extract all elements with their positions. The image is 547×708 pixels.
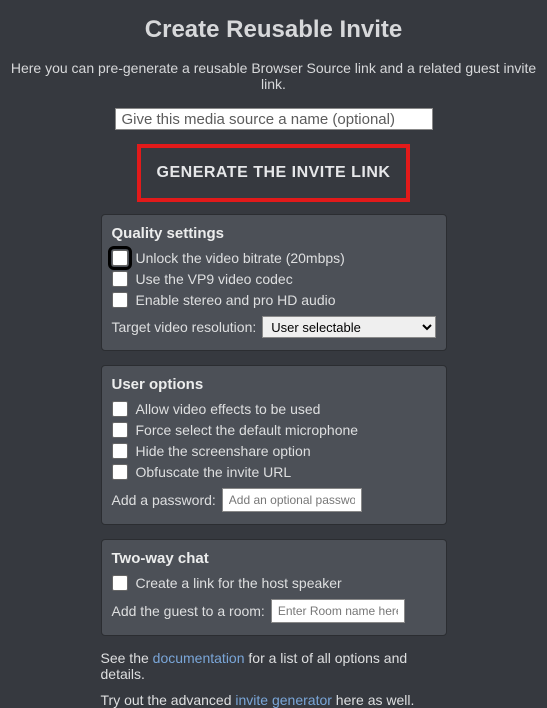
name-input-row	[0, 108, 547, 144]
footer-line-2: Try out the advanced invite generator he…	[101, 692, 447, 708]
two-way-chat-panel: Two-way chat Create a link for the host …	[101, 539, 447, 636]
opt-hidess-row: Hide the screenshare option	[112, 443, 436, 459]
invite-generator-link[interactable]: invite generator	[235, 692, 332, 708]
forcemic-label: Force select the default microphone	[136, 422, 359, 438]
opt-obfuscate-row: Obfuscate the invite URL	[112, 464, 436, 480]
generate-highlight: GENERATE THE INVITE LINK	[137, 144, 411, 202]
source-name-input[interactable]	[115, 108, 433, 130]
room-row: Add the guest to a room:	[112, 599, 436, 623]
opt-hostlink-row: Create a link for the host speaker	[112, 575, 436, 591]
vp9-checkbox[interactable]	[112, 271, 128, 287]
room-label: Add the guest to a room:	[112, 603, 265, 619]
two-way-chat-title: Two-way chat	[112, 550, 436, 567]
user-options-panel: User options Allow video effects to be u…	[101, 365, 447, 525]
effects-checkbox[interactable]	[112, 401, 128, 417]
opt-stereo-row: Enable stereo and pro HD audio	[112, 292, 436, 308]
footer-line-1: See the documentation for a list of all …	[101, 650, 447, 682]
generate-invite-button[interactable]: GENERATE THE INVITE LINK	[153, 158, 395, 188]
user-options-title: User options	[112, 376, 436, 393]
password-label: Add a password:	[112, 492, 216, 508]
obfuscate-label: Obfuscate the invite URL	[136, 464, 292, 480]
opt-forcemic-row: Force select the default microphone	[112, 422, 436, 438]
opt-vp9-row: Use the VP9 video codec	[112, 271, 436, 287]
resolution-select[interactable]: User selectable	[262, 316, 435, 338]
generate-wrap: GENERATE THE INVITE LINK	[0, 144, 547, 214]
footer-line-2-b: here as well.	[332, 692, 414, 708]
footer: See the documentation for a list of all …	[101, 650, 447, 708]
hostlink-checkbox[interactable]	[112, 575, 128, 591]
password-row: Add a password:	[112, 488, 436, 512]
room-input[interactable]	[271, 599, 405, 623]
footer-line-2-a: Try out the advanced	[101, 692, 236, 708]
obfuscate-checkbox[interactable]	[112, 464, 128, 480]
effects-label: Allow video effects to be used	[136, 401, 321, 417]
hidess-label: Hide the screenshare option	[136, 443, 311, 459]
footer-line-1-a: See the	[101, 650, 153, 666]
stereo-label: Enable stereo and pro HD audio	[136, 292, 336, 308]
stereo-checkbox[interactable]	[112, 292, 128, 308]
resolution-label: Target video resolution:	[112, 319, 257, 335]
documentation-link[interactable]: documentation	[153, 650, 245, 666]
quality-settings-panel: Quality settings Unlock the video bitrat…	[101, 214, 447, 351]
resolution-row: Target video resolution: User selectable	[112, 316, 436, 338]
quality-settings-title: Quality settings	[112, 225, 436, 242]
unlock-bitrate-label: Unlock the video bitrate (20mbps)	[136, 250, 345, 266]
password-input[interactable]	[222, 488, 362, 512]
page-description: Here you can pre-generate a reusable Bro…	[0, 52, 547, 108]
hidess-checkbox[interactable]	[112, 443, 128, 459]
opt-unlock-bitrate-row: Unlock the video bitrate (20mbps)	[112, 250, 436, 266]
page-title: Create Reusable Invite	[0, 0, 547, 52]
vp9-label: Use the VP9 video codec	[136, 271, 293, 287]
opt-effects-row: Allow video effects to be used	[112, 401, 436, 417]
unlock-bitrate-checkbox[interactable]	[112, 250, 128, 266]
hostlink-label: Create a link for the host speaker	[136, 575, 342, 591]
forcemic-checkbox[interactable]	[112, 422, 128, 438]
